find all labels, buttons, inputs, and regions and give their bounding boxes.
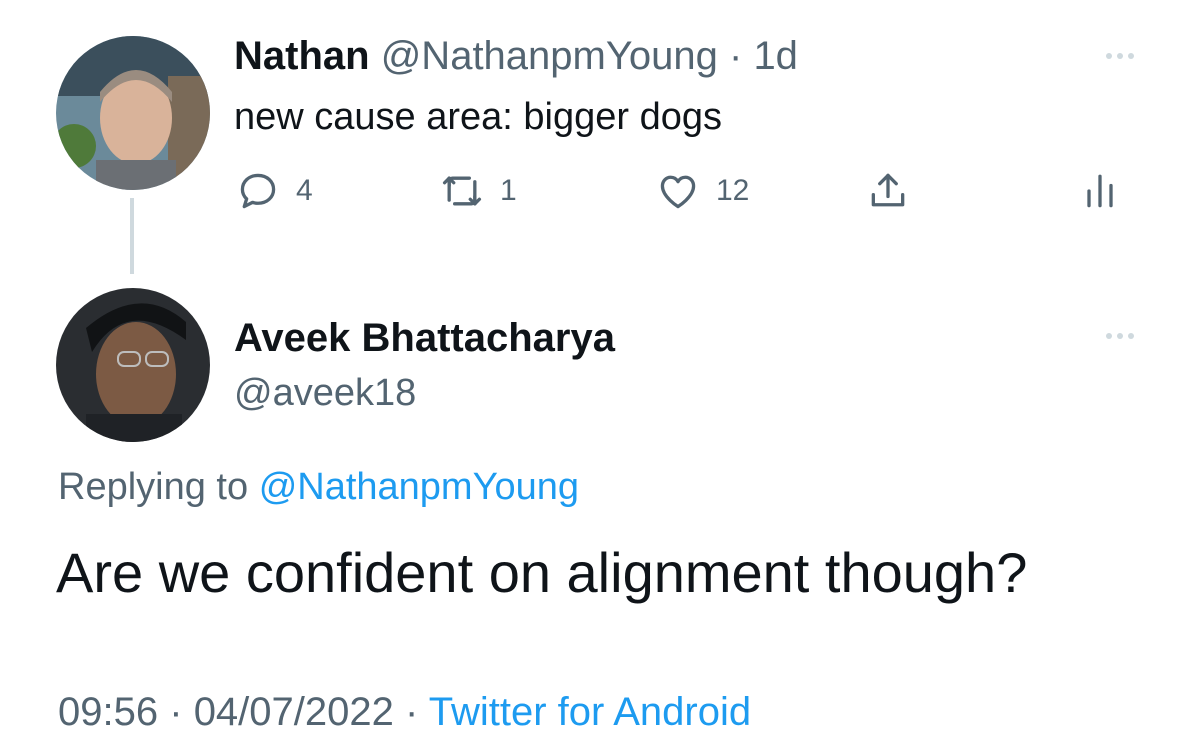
replying-to-line: Replying to @NathanpmYoung [58,466,579,509]
parent-author-handle[interactable]: @NathanpmYoung [381,34,718,78]
thread-connector-line [130,198,134,274]
reply-icon [240,173,276,209]
retweet-count: 1 [500,174,517,207]
reply-author-handle[interactable]: @aveek18 [234,372,416,415]
retweet-icon [442,176,482,206]
parent-more-icon[interactable] [1100,48,1140,64]
analytics-icon [1087,174,1113,208]
reply-more-icon[interactable] [1100,328,1140,344]
parent-tweet-header: Nathan @NathanpmYoung · 1d [234,34,798,79]
replying-to-label: Replying to [58,466,249,508]
like-count: 12 [716,174,750,207]
timestamp-separator: · [405,690,419,734]
reply-count: 4 [296,174,313,207]
parent-tweet-time[interactable]: 1d [753,34,798,78]
timestamp-date[interactable]: 04/07/2022 [194,690,394,734]
timestamp-separator: · [169,690,183,734]
tweet-timestamp-line: 09:56 · 04/07/2022 · Twitter for Android [58,690,751,735]
retweet-button[interactable]: 1 [440,168,517,214]
like-icon [660,175,696,209]
timestamp-time[interactable]: 09:56 [58,690,158,734]
analytics-button[interactable] [1078,168,1122,214]
parent-author-avatar[interactable] [56,36,210,190]
share-button[interactable] [866,168,910,214]
replying-to-handle[interactable]: @NathanpmYoung [259,466,579,508]
parent-tweet-text: new cause area: bigger dogs [234,96,722,138]
like-button[interactable]: 12 [656,168,749,214]
tweet-source[interactable]: Twitter for Android [429,690,751,734]
reply-author-avatar[interactable] [56,288,210,442]
share-icon [871,173,905,207]
reply-tweet-text: Are we confident on alignment though? [56,541,1028,604]
reply-author-name[interactable]: Aveek Bhattacharya [234,316,615,361]
reply-button[interactable]: 4 [236,168,313,214]
parent-author-name[interactable]: Nathan [234,34,370,78]
header-separator: · [728,34,743,78]
